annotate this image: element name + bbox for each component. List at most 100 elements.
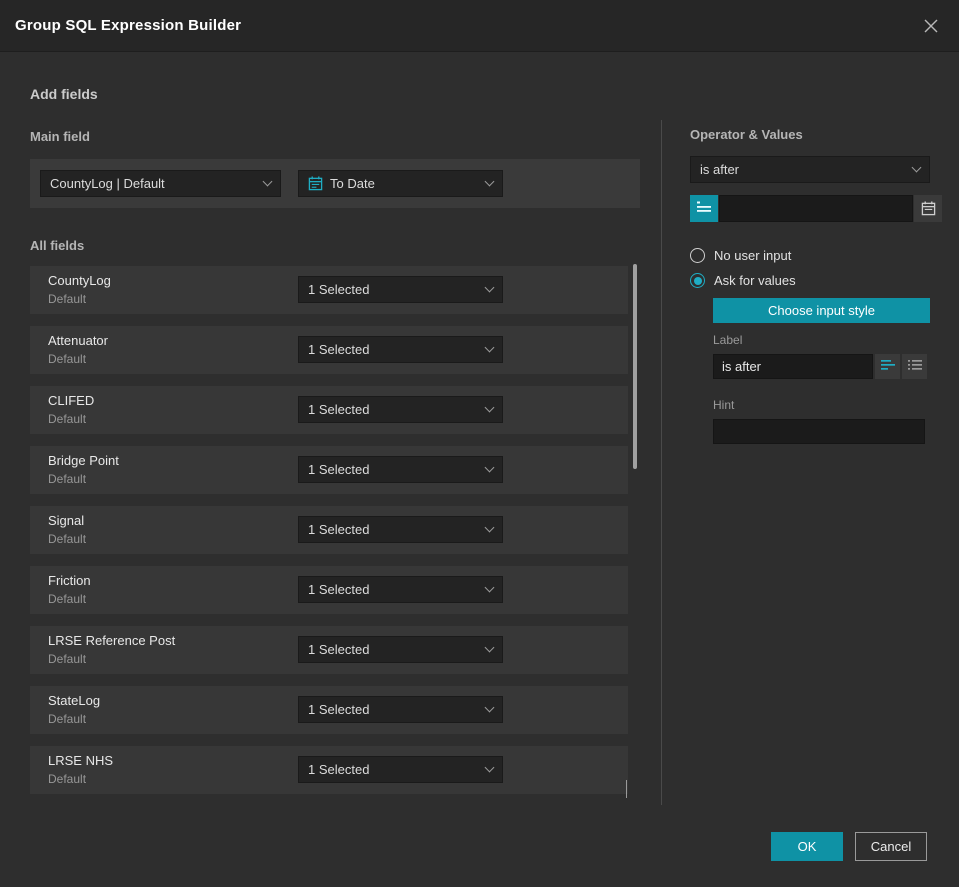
list-style-icon — [907, 359, 922, 374]
field-name: Friction — [48, 573, 91, 588]
choose-input-style-button[interactable]: Choose input style — [713, 298, 930, 323]
field-row-text: CountyLog Default — [48, 273, 111, 306]
field-name: LRSE Reference Post — [48, 633, 176, 648]
row-selected-dropdown[interactable]: 1 Selected — [298, 276, 503, 303]
field-row-text: Bridge Point Default — [48, 453, 119, 486]
chevron-down-icon — [911, 162, 922, 173]
row-selected-dropdown[interactable]: 1 Selected — [298, 576, 503, 603]
field-name: CLIFED — [48, 393, 95, 408]
field-row: Friction Default 1 Selected — [30, 566, 628, 614]
row-selected-dropdown-label: 1 Selected — [308, 402, 370, 417]
chevron-down-icon — [262, 176, 273, 187]
input-type-button[interactable] — [690, 195, 718, 222]
label-label: Label — [713, 333, 743, 347]
value-input[interactable] — [719, 195, 913, 222]
row-selected-dropdown[interactable]: 1 Selected — [298, 516, 503, 543]
field-row-text: LRSE NHS Default — [48, 753, 113, 786]
row-selected-dropdown[interactable]: 1 Selected — [298, 456, 503, 483]
all-fields-label: All fields — [30, 238, 85, 253]
value-input-row — [690, 195, 942, 222]
row-selected-dropdown-label: 1 Selected — [308, 702, 370, 717]
main-field-select[interactable]: CountyLog | Default — [40, 170, 281, 197]
radio-label: Ask for values — [714, 273, 796, 288]
calendar-button[interactable] — [914, 195, 942, 222]
field-row: CLIFED Default 1 Selected — [30, 386, 628, 434]
scroll-down-chevron-icon[interactable] — [624, 780, 638, 798]
radio-icon — [690, 248, 705, 263]
field-sub: Default — [48, 772, 87, 786]
field-row: Signal Default 1 Selected — [30, 506, 628, 554]
row-selected-dropdown-label: 1 Selected — [308, 642, 370, 657]
radio-checked-icon — [690, 273, 705, 288]
field-sub: Default — [48, 592, 87, 606]
row-selected-dropdown-label: 1 Selected — [308, 462, 370, 477]
field-row: StateLog Default 1 Selected — [30, 686, 628, 734]
ok-button[interactable]: OK — [771, 832, 843, 861]
main-field-panel: CountyLog | Default To Date — [30, 159, 640, 208]
row-selected-dropdown[interactable]: 1 Selected — [298, 336, 503, 363]
row-selected-dropdown[interactable]: 1 Selected — [298, 636, 503, 663]
row-selected-dropdown-label: 1 Selected — [308, 582, 370, 597]
chevron-down-icon — [484, 342, 495, 353]
row-selected-dropdown[interactable]: 1 Selected — [298, 696, 503, 723]
chevron-down-icon — [484, 522, 495, 533]
row-selected-dropdown-label: 1 Selected — [308, 342, 370, 357]
field-row: Attenuator Default 1 Selected — [30, 326, 628, 374]
field-row-text: CLIFED Default — [48, 393, 94, 426]
field-row-text: LRSE Reference Post Default — [48, 633, 175, 666]
label-input-row — [713, 354, 930, 379]
chevron-down-icon — [484, 642, 495, 653]
chevron-down-icon — [484, 702, 495, 713]
row-selected-dropdown-label: 1 Selected — [308, 282, 370, 297]
close-icon[interactable] — [921, 16, 941, 36]
label-input[interactable] — [713, 354, 873, 379]
cancel-button[interactable]: Cancel — [855, 832, 927, 861]
list-style-button[interactable] — [902, 354, 927, 379]
field-sub: Default — [48, 352, 87, 366]
add-fields-heading: Add fields — [30, 86, 98, 102]
field-sub: Default — [48, 532, 87, 546]
main-field-select-value: CountyLog | Default — [50, 176, 165, 191]
operator-select[interactable]: is after — [690, 156, 930, 183]
field-sub: Default — [48, 712, 87, 726]
row-selected-dropdown-label: 1 Selected — [308, 522, 370, 537]
dialog-footer: OK Cancel — [771, 832, 927, 861]
main-field-date-select[interactable]: To Date — [298, 170, 503, 197]
field-row: LRSE NHS Default 1 Selected — [30, 746, 628, 794]
field-row: Bridge Point Default 1 Selected — [30, 446, 628, 494]
chevron-down-icon — [484, 402, 495, 413]
operator-values-heading: Operator & Values — [690, 127, 803, 142]
chevron-down-icon — [484, 282, 495, 293]
radio-ask-for-values[interactable]: Ask for values — [690, 273, 930, 288]
field-sub: Default — [48, 472, 87, 486]
radio-no-user-input[interactable]: No user input — [690, 248, 930, 263]
field-sub: Default — [48, 412, 87, 426]
operator-select-value: is after — [700, 162, 740, 177]
field-name: LRSE NHS — [48, 753, 114, 768]
single-line-style-icon — [880, 359, 895, 374]
field-row-text: Friction Default — [48, 573, 91, 606]
field-name: Signal — [48, 513, 85, 528]
field-name: CountyLog — [48, 273, 111, 288]
dialog-title: Group SQL Expression Builder — [15, 17, 242, 34]
row-selected-dropdown-label: 1 Selected — [308, 762, 370, 777]
field-name: Attenuator — [48, 333, 108, 348]
field-row-text: Attenuator Default — [48, 333, 108, 366]
panel-divider — [661, 120, 662, 805]
hint-label: Hint — [713, 398, 735, 412]
field-row-text: StateLog Default — [48, 693, 100, 726]
row-selected-dropdown[interactable]: 1 Selected — [298, 756, 503, 783]
dialog-header: Group SQL Expression Builder — [0, 0, 959, 52]
field-sub: Default — [48, 292, 87, 306]
scrollbar-thumb[interactable] — [633, 264, 637, 469]
chevron-down-icon — [484, 462, 495, 473]
field-name: StateLog — [48, 693, 101, 708]
main-field-label: Main field — [30, 129, 90, 144]
chevron-down-icon — [484, 762, 495, 773]
hint-input[interactable] — [713, 419, 925, 444]
field-sub: Default — [48, 652, 87, 666]
row-selected-dropdown[interactable]: 1 Selected — [298, 396, 503, 423]
single-line-style-button[interactable] — [875, 354, 900, 379]
all-fields-list: CountyLog Default 1 Selected Attenuator … — [30, 266, 628, 794]
main-field-date-select-value: To Date — [330, 176, 375, 191]
